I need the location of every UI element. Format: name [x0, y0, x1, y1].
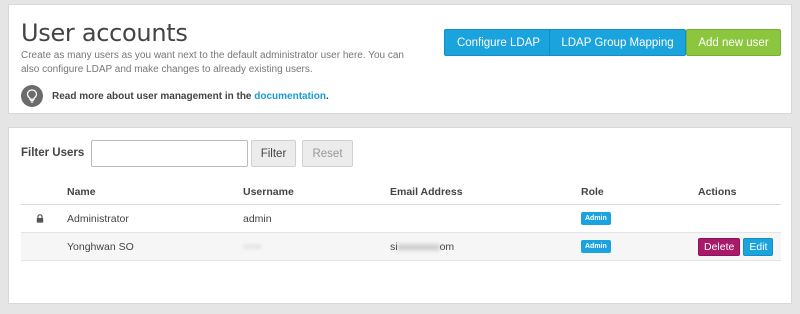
reset-button[interactable]: Reset: [302, 140, 353, 167]
documentation-link[interactable]: documentation: [254, 91, 326, 102]
edit-user-button[interactable]: Edit: [743, 237, 774, 256]
role-badge: Admin: [581, 212, 611, 225]
delete-user-button[interactable]: Delete: [698, 237, 741, 256]
header-panel: User accounts Create as many users as yo…: [8, 4, 792, 114]
users-table: Name Username Email Address Role Actions…: [21, 179, 781, 261]
filter-label: Filter Users: [21, 147, 85, 159]
column-header-name: Name: [67, 185, 96, 198]
role-cell: Admin: [581, 233, 611, 260]
add-new-user-button[interactable]: Add new user: [686, 29, 781, 56]
table-header: Name Username Email Address Role Actions: [21, 179, 781, 205]
user-name: Administrator: [67, 212, 129, 225]
user-email-value: si xxxxxxxx om: [390, 241, 454, 253]
user-username-redacted: ~~~: [243, 240, 262, 253]
role-cell: Admin: [581, 205, 611, 232]
lock-icon: [36, 205, 44, 232]
user-name: Yonghwan SO: [67, 240, 134, 253]
info-text-lead: Read more about user management in the: [52, 90, 255, 102]
email-suffix: om: [439, 240, 455, 253]
column-header-actions: Actions: [698, 185, 737, 198]
info-text: Read more about user management in the d…: [52, 91, 329, 102]
table-row: Administrator admin Admin: [21, 205, 781, 233]
actions-cell: Delete Edit: [698, 233, 774, 260]
email-prefix: si: [390, 240, 398, 253]
email-redacted: xxxxxxxx: [397, 240, 440, 253]
user-email: si xxxxxxxx om: [390, 233, 454, 260]
lightbulb-icon: [21, 85, 43, 107]
user-username: ~~~: [243, 233, 261, 260]
users-panel: Filter Users Filter Reset Name Username …: [8, 127, 792, 304]
filter-input[interactable]: [91, 140, 248, 167]
info-row: Read more about user management in the d…: [21, 83, 329, 109]
info-text-suffix: .: [325, 90, 329, 102]
ldap-group-mapping-button[interactable]: LDAP Group Mapping: [549, 29, 686, 56]
column-header-email: Email Address: [390, 185, 463, 198]
page-title: User accounts: [21, 19, 188, 47]
column-header-role: Role: [581, 185, 604, 198]
column-header-username: Username: [243, 185, 294, 198]
filter-button[interactable]: Filter: [251, 140, 296, 167]
table-row: Yonghwan SO ~~~ si xxxxxxxx om Admin Delet…: [21, 233, 781, 261]
configure-ldap-button[interactable]: Configure LDAP: [444, 29, 553, 56]
user-username: admin: [243, 212, 272, 225]
role-badge: Admin: [581, 240, 611, 253]
intro-text: Create as many users as you want next to…: [21, 50, 404, 75]
